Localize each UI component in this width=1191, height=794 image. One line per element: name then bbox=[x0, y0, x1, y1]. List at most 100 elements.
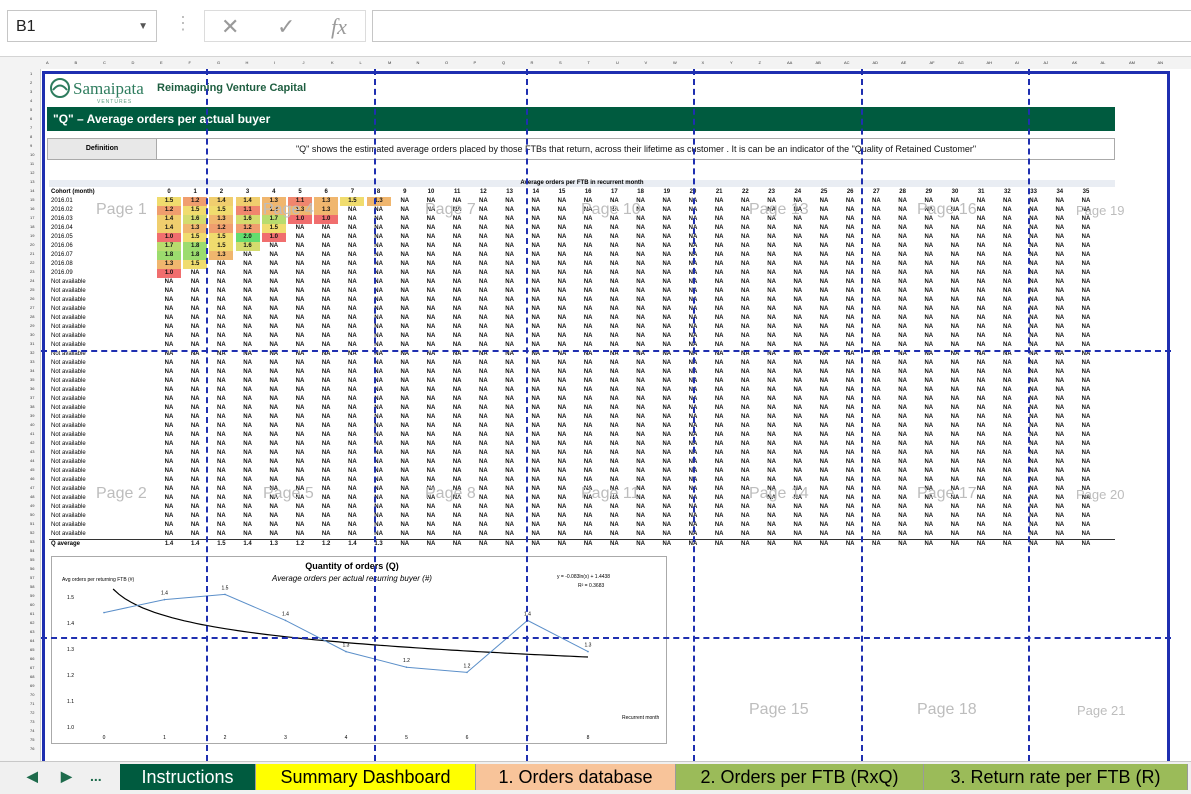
column-letter[interactable]: AE bbox=[901, 60, 906, 65]
row-number[interactable]: 3 bbox=[30, 89, 32, 94]
row-number[interactable]: 53 bbox=[30, 539, 34, 544]
row-number[interactable]: 22 bbox=[30, 260, 34, 265]
row-number[interactable]: 67 bbox=[30, 665, 34, 670]
row-number[interactable]: 13 bbox=[30, 179, 34, 184]
row-number[interactable]: 29 bbox=[30, 323, 34, 328]
formula-input[interactable] bbox=[372, 10, 1191, 42]
row-number[interactable]: 65 bbox=[30, 647, 34, 652]
row-number[interactable]: 68 bbox=[30, 674, 34, 679]
row-number[interactable]: 71 bbox=[30, 701, 34, 706]
row-number[interactable]: 62 bbox=[30, 620, 34, 625]
column-letter[interactable]: G bbox=[217, 60, 220, 65]
column-letter[interactable]: S bbox=[559, 60, 562, 65]
row-number[interactable]: 38 bbox=[30, 404, 34, 409]
row-number[interactable]: 21 bbox=[30, 251, 34, 256]
row-number[interactable]: 61 bbox=[30, 611, 34, 616]
row-number[interactable]: 30 bbox=[30, 332, 34, 337]
column-letter[interactable]: B bbox=[75, 60, 78, 65]
row-number[interactable]: 25 bbox=[30, 287, 34, 292]
row-number[interactable]: 18 bbox=[30, 224, 34, 229]
column-letter[interactable]: A bbox=[46, 60, 49, 65]
row-number[interactable]: 54 bbox=[30, 548, 34, 553]
row-number[interactable]: 24 bbox=[30, 278, 34, 283]
row-number[interactable]: 59 bbox=[30, 593, 34, 598]
row-number[interactable]: 45 bbox=[30, 467, 34, 472]
column-letter[interactable]: M bbox=[388, 60, 391, 65]
column-letter[interactable]: O bbox=[445, 60, 448, 65]
row-headers[interactable]: 1 2 3 4 5 6 7 8 9 10 11 12 13 14 15 16 17 18 19 20 21 22 23 24 2… bbox=[0, 69, 41, 761]
chevron-down-icon[interactable]: ▼ bbox=[138, 21, 148, 32]
column-letter[interactable]: D bbox=[132, 60, 135, 65]
column-letter[interactable]: K bbox=[331, 60, 334, 65]
row-number[interactable]: 43 bbox=[30, 449, 34, 454]
insert-function-icon[interactable]: fx bbox=[331, 14, 347, 40]
tab-scroll-left-icon[interactable]: ◀ bbox=[27, 768, 38, 785]
row-number[interactable]: 47 bbox=[30, 485, 34, 490]
cancel-icon[interactable]: ✕ bbox=[221, 14, 239, 40]
row-number[interactable]: 75 bbox=[30, 737, 34, 742]
row-number[interactable]: 66 bbox=[30, 656, 34, 661]
column-letter[interactable]: L bbox=[360, 60, 362, 65]
tab-2-orders-per-ftb-rxq[interactable]: 2. Orders per FTB (RxQ) bbox=[676, 764, 924, 790]
column-letter[interactable]: AB bbox=[816, 60, 821, 65]
row-number[interactable]: 2 bbox=[30, 80, 32, 85]
row-number[interactable]: 40 bbox=[30, 422, 34, 427]
column-letter[interactable]: F bbox=[189, 60, 191, 65]
row-number[interactable]: 15 bbox=[30, 197, 34, 202]
column-letter[interactable]: W bbox=[673, 60, 677, 65]
name-box[interactable]: B1 ▼ bbox=[7, 10, 157, 42]
row-number[interactable]: 33 bbox=[30, 359, 34, 364]
row-number[interactable]: 14 bbox=[30, 188, 34, 193]
row-number[interactable]: 74 bbox=[30, 728, 34, 733]
row-number[interactable]: 9 bbox=[30, 143, 32, 148]
column-letter[interactable]: AH bbox=[987, 60, 993, 65]
tab-scroll-right-icon[interactable]: ▶ bbox=[61, 768, 72, 785]
column-letter[interactable]: AD bbox=[873, 60, 879, 65]
row-number[interactable]: 16 bbox=[30, 206, 34, 211]
row-number[interactable]: 23 bbox=[30, 269, 34, 274]
tab-more-icon[interactable]: ... bbox=[90, 768, 102, 784]
column-letter[interactable]: R bbox=[531, 60, 534, 65]
column-letter[interactable]: AK bbox=[1072, 60, 1077, 65]
row-number[interactable]: 39 bbox=[30, 413, 34, 418]
row-number[interactable]: 19 bbox=[30, 233, 34, 238]
row-number[interactable]: 57 bbox=[30, 575, 34, 580]
tab-summary-dashboard[interactable]: Summary Dashboard bbox=[256, 764, 476, 790]
row-number[interactable]: 48 bbox=[30, 494, 34, 499]
row-number[interactable]: 31 bbox=[30, 341, 34, 346]
row-number[interactable]: 27 bbox=[30, 305, 34, 310]
row-number[interactable]: 49 bbox=[30, 503, 34, 508]
column-letter[interactable]: C bbox=[103, 60, 106, 65]
column-letter[interactable]: Q bbox=[502, 60, 505, 65]
row-number[interactable]: 70 bbox=[30, 692, 34, 697]
row-number[interactable]: 36 bbox=[30, 386, 34, 391]
row-number[interactable]: 12 bbox=[30, 170, 34, 175]
row-number[interactable]: 52 bbox=[30, 530, 34, 535]
row-number[interactable]: 55 bbox=[30, 557, 34, 562]
row-number[interactable]: 35 bbox=[30, 377, 34, 382]
row-number[interactable]: 72 bbox=[30, 710, 34, 715]
tab-1-orders-database[interactable]: 1. Orders database bbox=[476, 764, 676, 790]
row-number[interactable]: 64 bbox=[30, 638, 34, 643]
enter-icon[interactable]: ✓ bbox=[277, 14, 295, 40]
tab-instructions[interactable]: Instructions bbox=[120, 764, 256, 790]
column-letter[interactable]: AJ bbox=[1044, 60, 1049, 65]
row-number[interactable]: 1 bbox=[30, 71, 32, 76]
row-number[interactable]: 41 bbox=[30, 431, 34, 436]
row-number[interactable]: 4 bbox=[30, 98, 32, 103]
row-number[interactable]: 73 bbox=[30, 719, 34, 724]
row-number[interactable]: 56 bbox=[30, 566, 34, 571]
column-letter[interactable]: P bbox=[474, 60, 477, 65]
row-number[interactable]: 26 bbox=[30, 296, 34, 301]
row-number[interactable]: 28 bbox=[30, 314, 34, 319]
row-number[interactable]: 51 bbox=[30, 521, 34, 526]
column-letter[interactable]: H bbox=[246, 60, 249, 65]
row-number[interactable]: 32 bbox=[30, 350, 34, 355]
column-letter[interactable]: J bbox=[303, 60, 305, 65]
column-letter[interactable]: Y bbox=[730, 60, 733, 65]
column-letter[interactable]: T bbox=[588, 60, 590, 65]
column-letter[interactable]: V bbox=[645, 60, 648, 65]
row-number[interactable]: 46 bbox=[30, 476, 34, 481]
row-number[interactable]: 8 bbox=[30, 134, 32, 139]
row-number[interactable]: 60 bbox=[30, 602, 34, 607]
